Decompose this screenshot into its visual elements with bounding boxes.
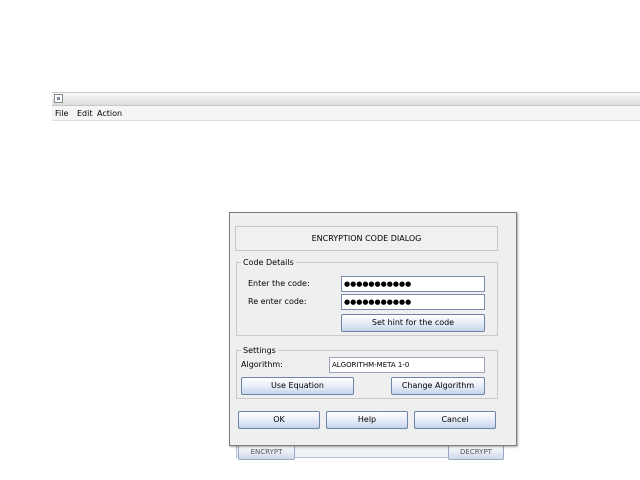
use-equation-button[interactable]: Use Equation bbox=[241, 377, 354, 395]
ok-button[interactable]: OK bbox=[238, 411, 320, 429]
menubar: File Edit Action bbox=[52, 106, 640, 121]
reenter-code-label: Re enter code: bbox=[248, 297, 307, 306]
help-button[interactable]: Help bbox=[326, 411, 408, 429]
dialog-header: ENCRYPTION CODE DIALOG bbox=[235, 226, 498, 251]
code-details-title: Code Details bbox=[241, 258, 296, 267]
algorithm-label: Algorithm: bbox=[241, 360, 283, 369]
change-algorithm-button[interactable]: Change Algorithm bbox=[391, 377, 485, 395]
code-details-group: Code Details Enter the code: ●●●●●●●●●●●… bbox=[236, 258, 498, 336]
decrypt-button[interactable]: DECRYPT bbox=[448, 444, 504, 460]
menu-action[interactable]: Action bbox=[97, 109, 122, 118]
window-titlebar[interactable] bbox=[52, 92, 640, 106]
cancel-button[interactable]: Cancel bbox=[414, 411, 496, 429]
menu-file[interactable]: File bbox=[55, 109, 68, 118]
encryption-code-dialog: ENCRYPTION CODE DIALOG Code Details Ente… bbox=[229, 212, 517, 446]
menu-edit[interactable]: Edit bbox=[77, 109, 93, 118]
encrypt-button[interactable]: ENCRYPT bbox=[238, 444, 295, 460]
settings-title: Settings bbox=[241, 346, 278, 355]
settings-group: Settings Algorithm: ALGORITHM-META 1-0 U… bbox=[236, 346, 498, 399]
enter-code-field[interactable]: ●●●●●●●●●●● bbox=[341, 276, 485, 292]
app-icon bbox=[54, 94, 63, 103]
algorithm-field[interactable]: ALGORITHM-META 1-0 bbox=[329, 357, 485, 373]
reenter-code-field[interactable]: ●●●●●●●●●●● bbox=[341, 294, 485, 310]
enter-code-label: Enter the code: bbox=[248, 279, 310, 288]
set-hint-button[interactable]: Set hint for the code bbox=[341, 314, 485, 332]
